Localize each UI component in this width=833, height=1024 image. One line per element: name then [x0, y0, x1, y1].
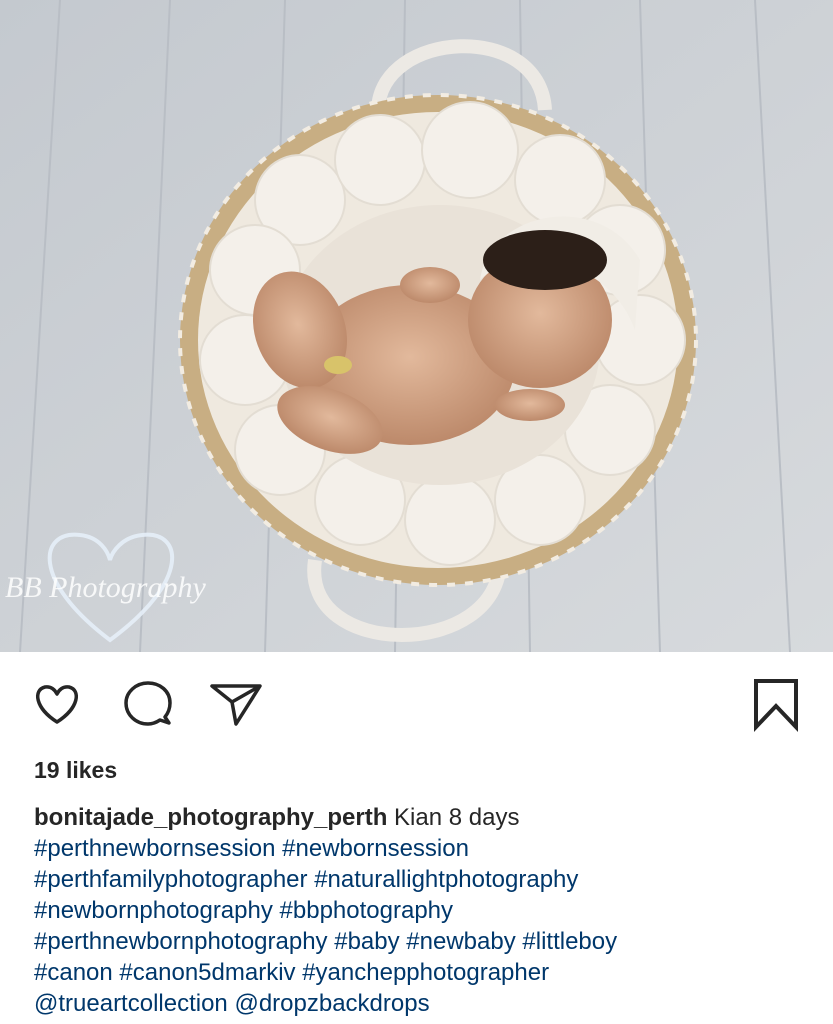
username-link[interactable]: bonitajade_photography_perth: [34, 804, 387, 831]
heart-icon: [35, 685, 79, 724]
hashtag-link[interactable]: #littleboy: [522, 928, 617, 955]
hashtag-line: #perthnewbornphotography #baby #newbaby …: [34, 926, 814, 957]
comment-icon: [124, 681, 172, 726]
hashtag-link[interactable]: #naturallightphotography: [314, 866, 578, 893]
hashtag-link[interactable]: #newbornphotography: [34, 897, 273, 924]
likes-count[interactable]: 19 likes: [34, 757, 117, 784]
newborn-photo: BB Photography: [0, 0, 833, 652]
save-button[interactable]: [748, 676, 804, 732]
post-caption: bonitajade_photography_perth Kian 8 days…: [34, 802, 814, 1019]
hashtag-link[interactable]: #perthnewbornphotography: [34, 928, 328, 955]
hashtag-line: #perthfamilyphotographer #naturallightph…: [34, 864, 814, 895]
action-bar: [0, 652, 833, 757]
caption-line: bonitajade_photography_perth Kian 8 days: [34, 802, 814, 833]
comment-button[interactable]: [120, 676, 176, 732]
paper-plane-icon: [210, 684, 262, 726]
like-button[interactable]: [29, 676, 85, 732]
hashtag-link[interactable]: #newbornsession: [282, 835, 469, 862]
mention-link[interactable]: @dropzbackdrops: [234, 990, 429, 1017]
hashtag-link[interactable]: #bbphotography: [280, 897, 453, 924]
hashtag-link[interactable]: #canon5dmarkiv: [119, 959, 295, 986]
hashtag-line: #perthnewbornsession #newbornsession: [34, 833, 814, 864]
bookmark-icon: [754, 679, 798, 732]
hashtag-link[interactable]: #perthnewbornsession: [34, 835, 276, 862]
hashtag-link[interactable]: #baby: [334, 928, 399, 955]
hashtag-link[interactable]: #canon: [34, 959, 113, 986]
watermark-text: BB Photography: [5, 571, 206, 604]
mention-line: @trueartcollection @dropzbackdrops: [34, 988, 814, 1019]
hashtag-link[interactable]: #newbaby: [406, 928, 515, 955]
hashtag-line: #newbornphotography #bbphotography: [34, 895, 814, 926]
post-image[interactable]: BB Photography: [0, 0, 833, 652]
mention-link[interactable]: @trueartcollection: [34, 990, 228, 1017]
hashtag-line: #canon #canon5dmarkiv #yanchepphotograph…: [34, 957, 814, 988]
caption-text: Kian 8 days: [394, 804, 520, 831]
share-button[interactable]: [208, 676, 264, 732]
hashtag-link[interactable]: #yanchepphotographer: [302, 959, 549, 986]
hashtag-link[interactable]: #perthfamilyphotographer: [34, 866, 308, 893]
